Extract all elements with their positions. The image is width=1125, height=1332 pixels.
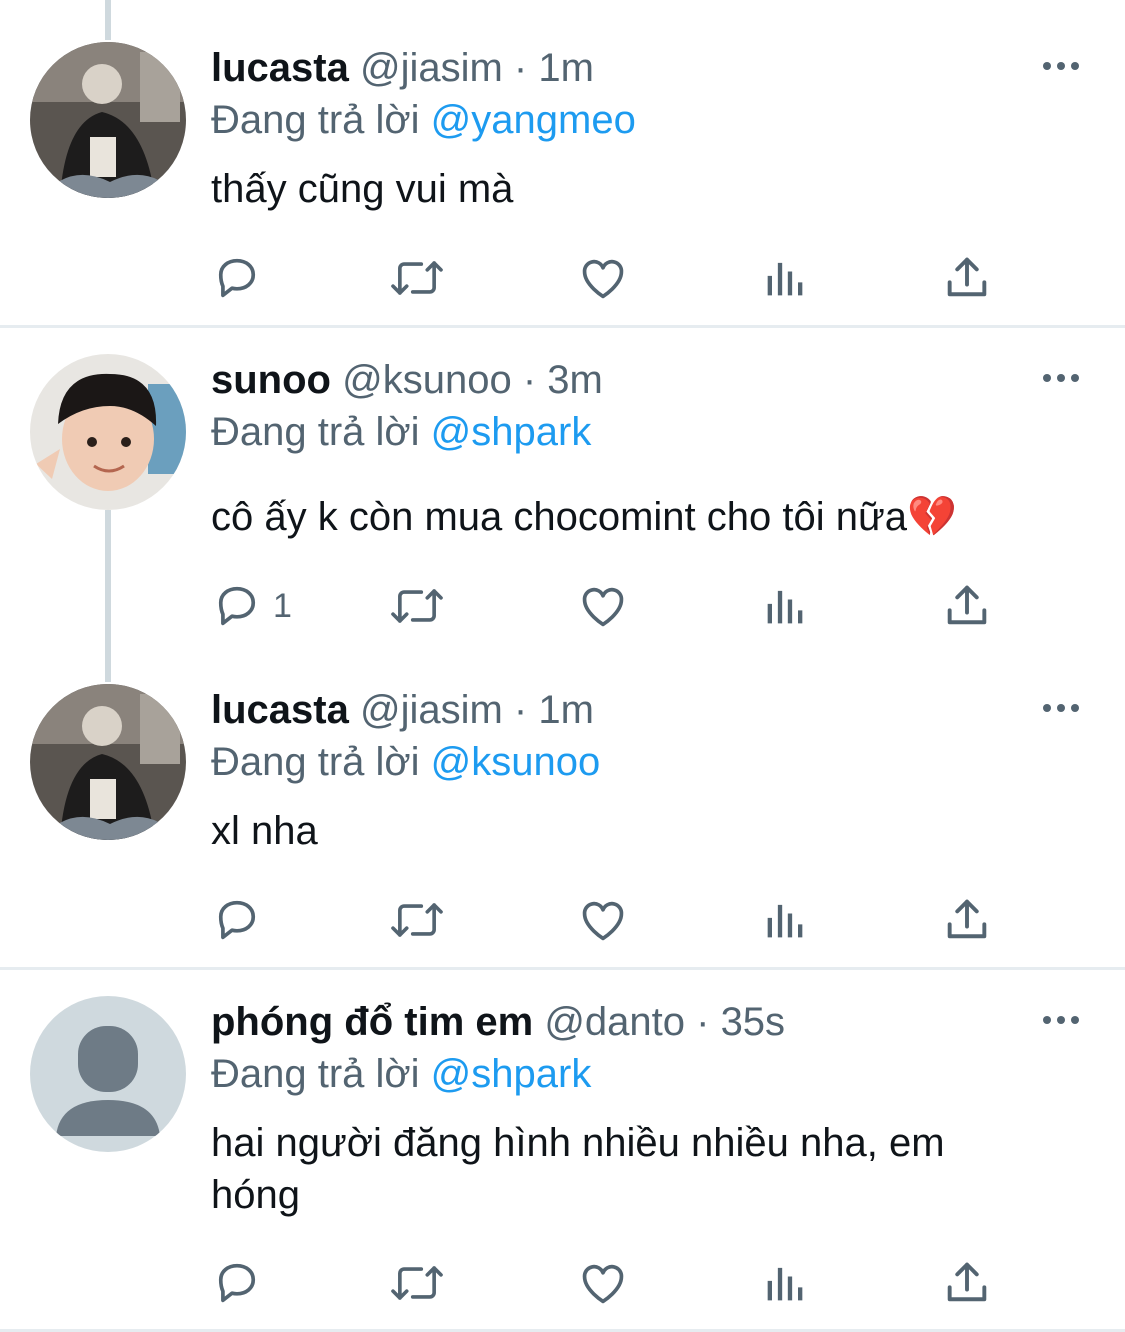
display-name[interactable]: lucasta <box>211 688 349 732</box>
reply-context: Đang trả lời @yangmeo <box>211 94 636 146</box>
reply-button[interactable]: 1 <box>211 578 292 634</box>
reply-mention[interactable]: @shpark <box>431 410 592 454</box>
share-icon <box>947 899 987 939</box>
more-icon[interactable] <box>1037 46 1085 86</box>
retweet-button[interactable] <box>387 892 447 948</box>
retweet-icon <box>391 1266 443 1300</box>
views-button[interactable] <box>763 892 807 948</box>
action-bar <box>211 892 1031 948</box>
like-icon <box>582 901 624 941</box>
tweet-header: lucasta @jiasim · 1m <box>211 42 594 94</box>
views-icon <box>767 904 803 938</box>
divider <box>0 325 1125 328</box>
views-button[interactable] <box>763 1255 807 1311</box>
display-name[interactable]: phóng đổ tim em <box>211 1000 533 1044</box>
reply-mention[interactable]: @yangmeo <box>431 98 636 142</box>
handle-time: @ksunoo · 3m <box>342 358 603 402</box>
avatar-default[interactable] <box>30 996 186 1152</box>
reply-prefix: Đang trả lời <box>211 740 420 784</box>
action-bar <box>211 250 1031 306</box>
like-icon <box>582 1264 624 1304</box>
like-button[interactable] <box>577 250 629 306</box>
reply-button[interactable] <box>211 1255 273 1311</box>
like-button[interactable] <box>577 1255 629 1311</box>
tweet-text: xl nha <box>211 809 318 853</box>
more-icon[interactable] <box>1037 1000 1085 1040</box>
retweet-icon <box>391 903 443 937</box>
reply-prefix: Đang trả lời <box>211 98 420 142</box>
views-icon <box>767 1267 803 1301</box>
share-icon <box>947 257 987 297</box>
views-icon <box>767 262 803 296</box>
reply-icon <box>218 900 256 940</box>
reply-prefix: Đang trả lời <box>211 1052 420 1096</box>
display-name[interactable]: lucasta <box>211 46 349 90</box>
like-button[interactable] <box>577 892 629 948</box>
tweet-4[interactable]: phóng đổ tim em @danto · 35s Đang trả lờ… <box>0 996 1125 1326</box>
tweet-text: thấy cũng vui mà <box>211 167 514 211</box>
handle-time: @danto · 35s <box>544 1000 786 1044</box>
action-bar: 1 <box>211 578 1031 634</box>
tweet-2[interactable]: sunoo @ksunoo · 3m Đang trả lời @shpark … <box>0 354 1125 644</box>
retweet-button[interactable] <box>387 250 447 306</box>
share-button[interactable] <box>941 892 993 948</box>
tweet-header: sunoo @ksunoo · 3m <box>211 354 603 406</box>
share-button[interactable] <box>941 250 993 306</box>
avatar-lucasta[interactable] <box>30 684 186 840</box>
like-icon <box>582 259 624 299</box>
reply-prefix: Đang trả lời <box>211 410 420 454</box>
divider <box>0 967 1125 970</box>
thread-line-top <box>105 0 111 40</box>
reply-icon <box>218 1263 256 1303</box>
like-icon <box>582 587 624 627</box>
display-name[interactable]: sunoo <box>211 358 331 402</box>
handle-time: @jiasim · 1m <box>359 688 594 732</box>
retweet-icon <box>391 589 443 623</box>
views-button[interactable] <box>763 250 807 306</box>
reply-button[interactable] <box>211 892 273 948</box>
like-button[interactable] <box>577 578 629 634</box>
tweet-1[interactable]: lucasta @jiasim · 1m Đang trả lời @yangm… <box>0 42 1125 322</box>
retweet-icon <box>391 261 443 295</box>
tweet-3[interactable]: lucasta @jiasim · 1m Đang trả lời @ksuno… <box>0 684 1125 964</box>
views-icon <box>767 590 803 624</box>
share-button[interactable] <box>941 1255 993 1311</box>
tweet-header: phóng đổ tim em @danto · 35s <box>211 996 785 1048</box>
reply-context: Đang trả lời @shpark <box>211 1048 591 1100</box>
share-button[interactable] <box>941 578 993 634</box>
share-icon <box>947 1262 987 1302</box>
reply-context: Đang trả lời @ksunoo <box>211 736 600 788</box>
reply-context: Đang trả lời @shpark <box>211 406 591 458</box>
more-icon[interactable] <box>1037 358 1085 398</box>
retweet-button[interactable] <box>387 1255 447 1311</box>
action-bar <box>211 1255 1031 1311</box>
reply-count: 1 <box>273 586 292 625</box>
reply-mention[interactable]: @shpark <box>431 1052 592 1096</box>
tweet-text: cô ấy k còn mua chocomint cho tôi nữa💔 <box>211 495 957 539</box>
retweet-button[interactable] <box>387 578 447 634</box>
handle-time: @jiasim · 1m <box>359 46 594 90</box>
reply-icon <box>218 258 256 298</box>
reply-icon <box>218 586 256 626</box>
tweet-text: hai người đăng hình nhiều nhiều nha, em … <box>211 1121 945 1217</box>
reply-mention[interactable]: @ksunoo <box>431 740 601 784</box>
more-icon[interactable] <box>1037 688 1085 728</box>
views-button[interactable] <box>763 578 807 634</box>
avatar-sunoo[interactable] <box>30 354 186 510</box>
reply-button[interactable] <box>211 250 273 306</box>
avatar-lucasta[interactable] <box>30 42 186 198</box>
tweet-header: lucasta @jiasim · 1m <box>211 684 594 736</box>
share-icon <box>947 585 987 625</box>
